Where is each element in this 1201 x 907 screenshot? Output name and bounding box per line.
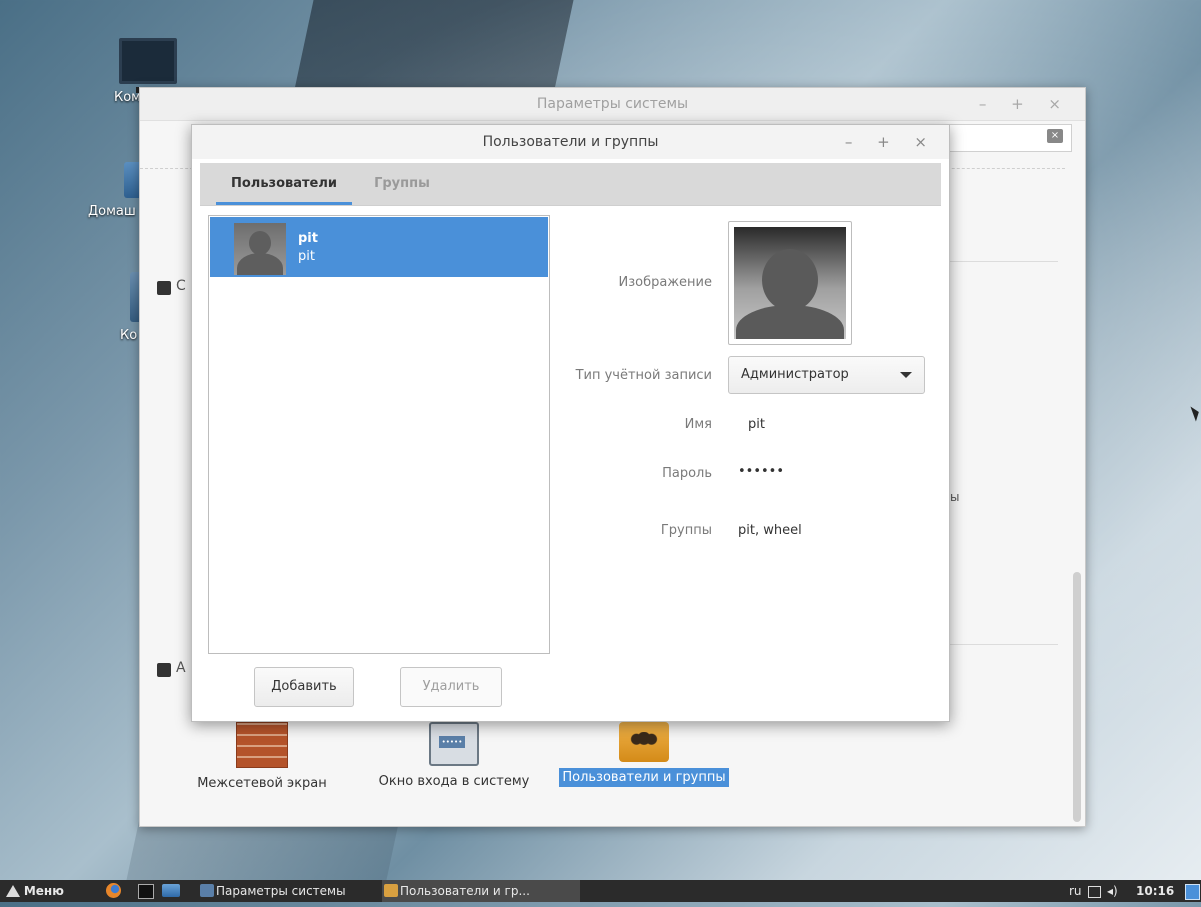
settings-icon <box>200 884 214 897</box>
folder-icon <box>162 884 180 897</box>
tile-label: Окно входа в систему <box>378 774 530 789</box>
tile-label-fragment: ы <box>950 490 960 504</box>
tab-bar: Пользователи Группы <box>200 163 941 206</box>
avatar <box>234 223 286 275</box>
clear-search-icon[interactable]: × <box>1047 129 1063 143</box>
task-label: Параметры системы <box>216 884 346 898</box>
account-type-value: Администратор <box>741 367 849 382</box>
dialog-window-controls[interactable]: – + × <box>845 125 937 159</box>
section-icon <box>157 281 171 295</box>
user-name: pit <box>298 231 318 246</box>
name-label: Имя <box>684 417 712 432</box>
users-groups-icon <box>619 722 669 762</box>
taskbar-task-users-groups[interactable]: Пользователи и гр... <box>382 880 580 902</box>
tab-groups[interactable]: Группы <box>362 163 442 205</box>
volume-icon[interactable]: ◂) <box>1107 880 1121 902</box>
tile-label: Межсетевой экран <box>197 776 327 791</box>
groups-value[interactable]: pit, wheel <box>738 523 802 538</box>
window-controls[interactable]: – + × <box>979 88 1071 120</box>
account-type-label: Тип учётной записи <box>575 368 712 383</box>
password-label: Пароль <box>662 466 712 481</box>
users-icon <box>384 884 398 897</box>
scrollbar[interactable] <box>1073 572 1081 822</box>
section-icon <box>157 663 171 677</box>
section-heading: С <box>176 278 186 294</box>
menu-button[interactable]: Меню <box>6 880 86 902</box>
user-login: pit <box>298 249 315 264</box>
monitor-icon <box>119 38 177 93</box>
groups-label: Группы <box>660 523 712 538</box>
tile-label: Пользователи и группы <box>559 768 729 787</box>
window-title: Параметры системы <box>536 96 689 112</box>
tile-firewall[interactable]: Межсетевой экран <box>192 722 332 791</box>
divider <box>940 261 1058 262</box>
firefox-icon <box>106 883 121 898</box>
users-groups-dialog: Пользователи и группы – + × Пользователи… <box>191 124 950 722</box>
avatar <box>734 227 846 339</box>
password-value[interactable]: •••••• <box>738 464 784 479</box>
tile-users-groups[interactable]: Пользователи и группы <box>558 722 730 787</box>
menu-label: Меню <box>23 884 64 898</box>
list-item[interactable]: pit pit <box>210 217 548 277</box>
taskbar: Меню Параметры системы Пользователи и гр… <box>0 880 1201 902</box>
section-heading: А <box>176 660 186 676</box>
divider <box>940 644 1058 645</box>
add-user-button[interactable]: Добавить <box>254 667 354 707</box>
login-window-icon <box>429 722 479 766</box>
window-titlebar[interactable]: Параметры системы – + × <box>140 88 1085 121</box>
user-list: pit pit <box>208 215 550 654</box>
file-manager-launcher[interactable] <box>162 880 182 902</box>
firewall-icon <box>236 722 288 768</box>
taskbar-task-system-settings[interactable]: Параметры системы <box>198 880 374 902</box>
task-label: Пользователи и гр... <box>400 884 530 898</box>
terminal-icon <box>138 884 154 899</box>
desktop-icon <box>1185 884 1200 900</box>
chevron-down-icon <box>900 372 912 378</box>
keyboard-layout-indicator[interactable]: ru <box>1069 880 1089 902</box>
menu-logo-icon <box>6 885 20 897</box>
tab-users[interactable]: Пользователи <box>216 163 352 205</box>
clock[interactable]: 10:16 <box>1136 880 1182 902</box>
image-label: Изображение <box>618 275 712 290</box>
tile-login-window[interactable]: Окно входа в систему <box>374 722 534 789</box>
delete-user-button[interactable]: Удалить <box>400 667 502 707</box>
terminal-launcher[interactable] <box>138 880 154 902</box>
account-type-dropdown[interactable]: Администратор <box>728 356 925 394</box>
show-desktop-button[interactable] <box>1185 880 1201 902</box>
firefox-launcher[interactable] <box>106 880 122 902</box>
dialog-titlebar[interactable]: Пользователи и группы – + × <box>192 125 949 159</box>
network-icon[interactable] <box>1088 880 1102 902</box>
user-picture-button[interactable] <box>728 221 852 345</box>
dialog-title: Пользователи и группы <box>482 134 659 150</box>
name-value[interactable]: pit <box>748 417 765 432</box>
